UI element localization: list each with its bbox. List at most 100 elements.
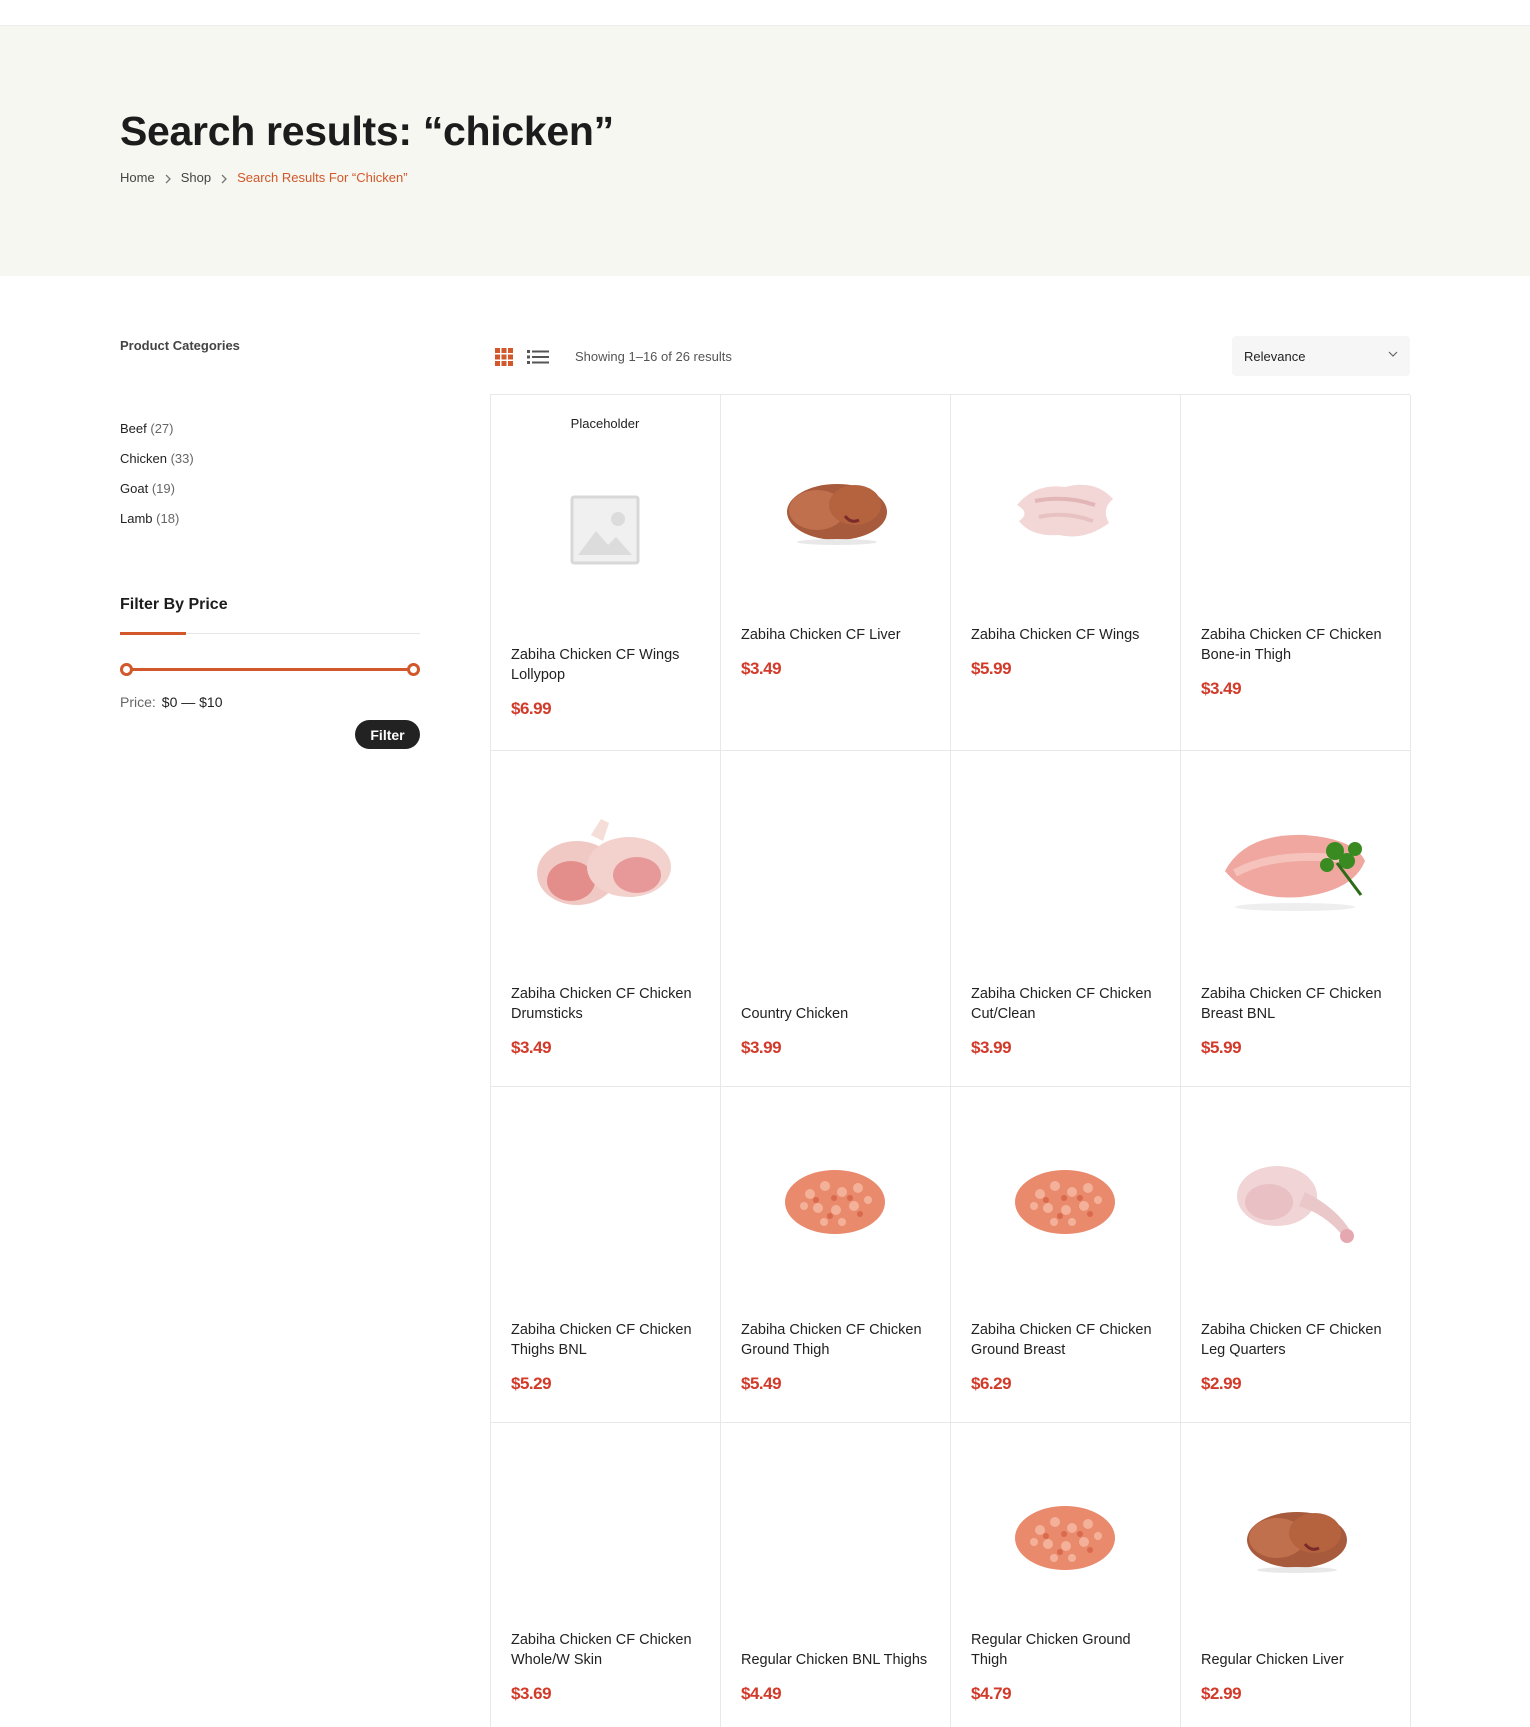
price-range-text: Price: $0 — $10	[120, 694, 223, 710]
chevron-right-icon	[211, 170, 237, 185]
product-card[interactable]: Placeholder Zabiha Chicken CF Wings Lolly…	[491, 395, 721, 751]
product-card[interactable]: Regular Chicken Liver $2.99	[1181, 1423, 1411, 1727]
category-item-chicken[interactable]: Chicken (33)	[120, 451, 194, 481]
category-item-lamb[interactable]: Lamb (18)	[120, 511, 194, 541]
product-image[interactable]	[491, 751, 719, 981]
category-label[interactable]: Beef	[120, 421, 147, 436]
product-name[interactable]: Zabiha Chicken CF Liver	[741, 625, 932, 645]
product-name[interactable]: Zabiha Chicken CF Chicken Thighs BNL	[511, 1320, 702, 1360]
product-info: Zabiha Chicken CF Chicken Cut/Clean $3.99	[971, 984, 1162, 1058]
product-price: $4.79	[971, 1684, 1012, 1703]
slider-min-handle[interactable]	[120, 663, 133, 676]
product-price: $6.99	[511, 699, 552, 718]
chevron-down-icon	[1388, 351, 1398, 357]
product-image-empty[interactable]	[1181, 395, 1409, 625]
product-name[interactable]: Zabiha Chicken CF Wings	[971, 625, 1162, 645]
top-bar	[0, 0, 1530, 26]
product-card[interactable]: Zabiha Chicken CF Wings $5.99	[951, 395, 1181, 751]
product-image[interactable]	[951, 1423, 1179, 1653]
product-info: Zabiha Chicken CF Chicken Whole/W Skin $3…	[511, 1630, 702, 1704]
title-underline	[120, 632, 186, 635]
list-view-icon[interactable]	[527, 348, 549, 366]
category-item-beef[interactable]: Beef (27)	[120, 421, 194, 451]
product-image-empty[interactable]	[721, 751, 949, 981]
product-name[interactable]: Zabiha Chicken CF Chicken Whole/W Skin	[511, 1630, 702, 1670]
product-name[interactable]: Zabiha Chicken CF Chicken Cut/Clean	[971, 984, 1162, 1024]
product-card[interactable]: Zabiha Chicken CF Chicken Cut/Clean $3.99	[951, 751, 1181, 1087]
product-price: $2.99	[1201, 1374, 1242, 1393]
product-image[interactable]	[721, 395, 949, 625]
product-price: $5.99	[1201, 1038, 1242, 1057]
product-name[interactable]: Country Chicken	[741, 1004, 932, 1024]
product-card[interactable]: Zabiha Chicken CF Chicken Drumsticks $3.4…	[491, 751, 721, 1087]
breadcrumb-home[interactable]: Home	[120, 170, 155, 185]
product-image[interactable]	[721, 1087, 949, 1317]
product-name[interactable]: Zabiha Chicken CF Chicken Leg Quarters	[1201, 1320, 1392, 1360]
filter-button[interactable]: Filter	[355, 720, 420, 749]
product-name[interactable]: Zabiha Chicken CF Chicken Bone-in Thigh	[1201, 625, 1392, 665]
product-card[interactable]: Country Chicken $3.99	[721, 751, 951, 1087]
product-name[interactable]: Regular Chicken BNL Thighs	[741, 1650, 932, 1670]
page-header: Search results: “chicken” Home Shop Sear…	[0, 26, 1530, 276]
page-title: Search results: “chicken”	[120, 108, 614, 154]
product-image[interactable]	[951, 1087, 1179, 1317]
price-range-slider[interactable]	[120, 662, 420, 678]
product-name[interactable]: Zabiha Chicken CF Chicken Ground Thigh	[741, 1320, 932, 1360]
product-info: Zabiha Chicken CF Wings Lollypop $6.99	[511, 645, 702, 719]
product-price: $4.49	[741, 1684, 782, 1703]
category-item-goat[interactable]: Goat (19)	[120, 481, 194, 511]
product-image[interactable]	[1181, 1087, 1409, 1317]
category-label[interactable]: Goat	[120, 481, 148, 496]
category-label[interactable]: Lamb	[120, 511, 153, 526]
product-image-empty[interactable]	[491, 1423, 719, 1653]
sort-dropdown[interactable]: Relevance	[1232, 336, 1410, 376]
product-name[interactable]: Zabiha Chicken CF Chicken Ground Breast	[971, 1320, 1162, 1360]
grid-view-icon[interactable]	[495, 348, 513, 366]
product-card[interactable]: Regular Chicken Ground Thigh $4.79	[951, 1423, 1181, 1727]
product-name[interactable]: Regular Chicken Liver	[1201, 1650, 1392, 1670]
product-info: Zabiha Chicken CF Chicken Breast BNL $5.9…	[1201, 984, 1392, 1058]
product-image-empty[interactable]	[951, 751, 1179, 981]
product-card[interactable]: Zabiha Chicken CF Chicken Ground Thigh $5…	[721, 1087, 951, 1423]
placeholder-image[interactable]	[491, 415, 719, 645]
product-card[interactable]: Zabiha Chicken CF Chicken Whole/W Skin $3…	[491, 1423, 721, 1727]
product-info: Regular Chicken BNL Thighs $4.49	[741, 1650, 932, 1704]
product-info: Country Chicken $3.99	[741, 1004, 932, 1058]
product-image-empty[interactable]	[721, 1423, 949, 1653]
product-name[interactable]: Regular Chicken Ground Thigh	[971, 1630, 1162, 1670]
sort-selected: Relevance	[1244, 348, 1306, 364]
category-count: (33)	[170, 451, 194, 466]
product-name[interactable]: Zabiha Chicken CF Wings Lollypop	[511, 645, 702, 685]
result-count: Showing 1–16 of 26 results	[575, 349, 732, 364]
category-count: (19)	[151, 481, 175, 496]
product-card[interactable]: Zabiha Chicken CF Liver $3.49	[721, 395, 951, 751]
breadcrumb: Home Shop Search Results For “Chicken”	[120, 170, 408, 185]
product-info: Zabiha Chicken CF Chicken Ground Thigh $5…	[741, 1320, 932, 1394]
product-name[interactable]: Zabiha Chicken CF Chicken Breast BNL	[1201, 984, 1392, 1024]
product-price: $3.69	[511, 1684, 552, 1703]
product-card[interactable]: Zabiha Chicken CF Chicken Ground Breast $…	[951, 1087, 1181, 1423]
price-label: Price:	[120, 694, 156, 710]
category-label[interactable]: Chicken	[120, 451, 167, 466]
product-image[interactable]	[951, 395, 1179, 625]
product-image-empty[interactable]	[491, 1087, 719, 1317]
product-price: $6.29	[971, 1374, 1012, 1393]
product-card[interactable]: Zabiha Chicken CF Chicken Breast BNL $5.9…	[1181, 751, 1411, 1087]
product-image[interactable]	[1181, 751, 1409, 981]
product-name[interactable]: Zabiha Chicken CF Chicken Drumsticks	[511, 984, 702, 1024]
product-price: $2.99	[1201, 1684, 1242, 1703]
slider-track	[126, 668, 414, 671]
product-card[interactable]: Zabiha Chicken CF Chicken Thighs BNL $5.2…	[491, 1087, 721, 1423]
product-image[interactable]	[1181, 1423, 1409, 1653]
breadcrumb-shop[interactable]: Shop	[181, 170, 211, 185]
product-info: Regular Chicken Ground Thigh $4.79	[971, 1630, 1162, 1704]
product-card[interactable]: Regular Chicken BNL Thighs $4.49	[721, 1423, 951, 1727]
product-card[interactable]: Zabiha Chicken CF Chicken Leg Quarters $2…	[1181, 1087, 1411, 1423]
product-info: Zabiha Chicken CF Chicken Thighs BNL $5.2…	[511, 1320, 702, 1394]
slider-max-handle[interactable]	[407, 663, 420, 676]
product-card[interactable]: Zabiha Chicken CF Chicken Bone-in Thigh $…	[1181, 395, 1411, 751]
categories-title: Product Categories	[120, 338, 240, 353]
product-price: $5.49	[741, 1374, 782, 1393]
breadcrumb-current: Search Results For “Chicken”	[237, 170, 408, 185]
product-price: $3.99	[741, 1038, 782, 1057]
